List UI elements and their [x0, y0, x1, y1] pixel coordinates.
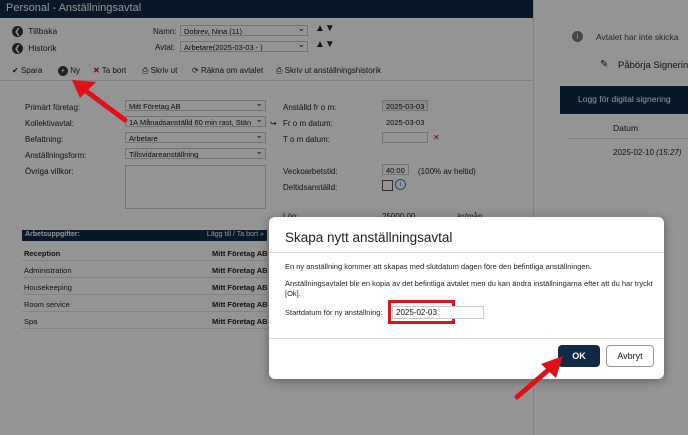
annotation-arrows	[72, 80, 563, 400]
arrow-to-new-button	[72, 80, 128, 123]
arrow-to-ok-button	[514, 356, 563, 400]
